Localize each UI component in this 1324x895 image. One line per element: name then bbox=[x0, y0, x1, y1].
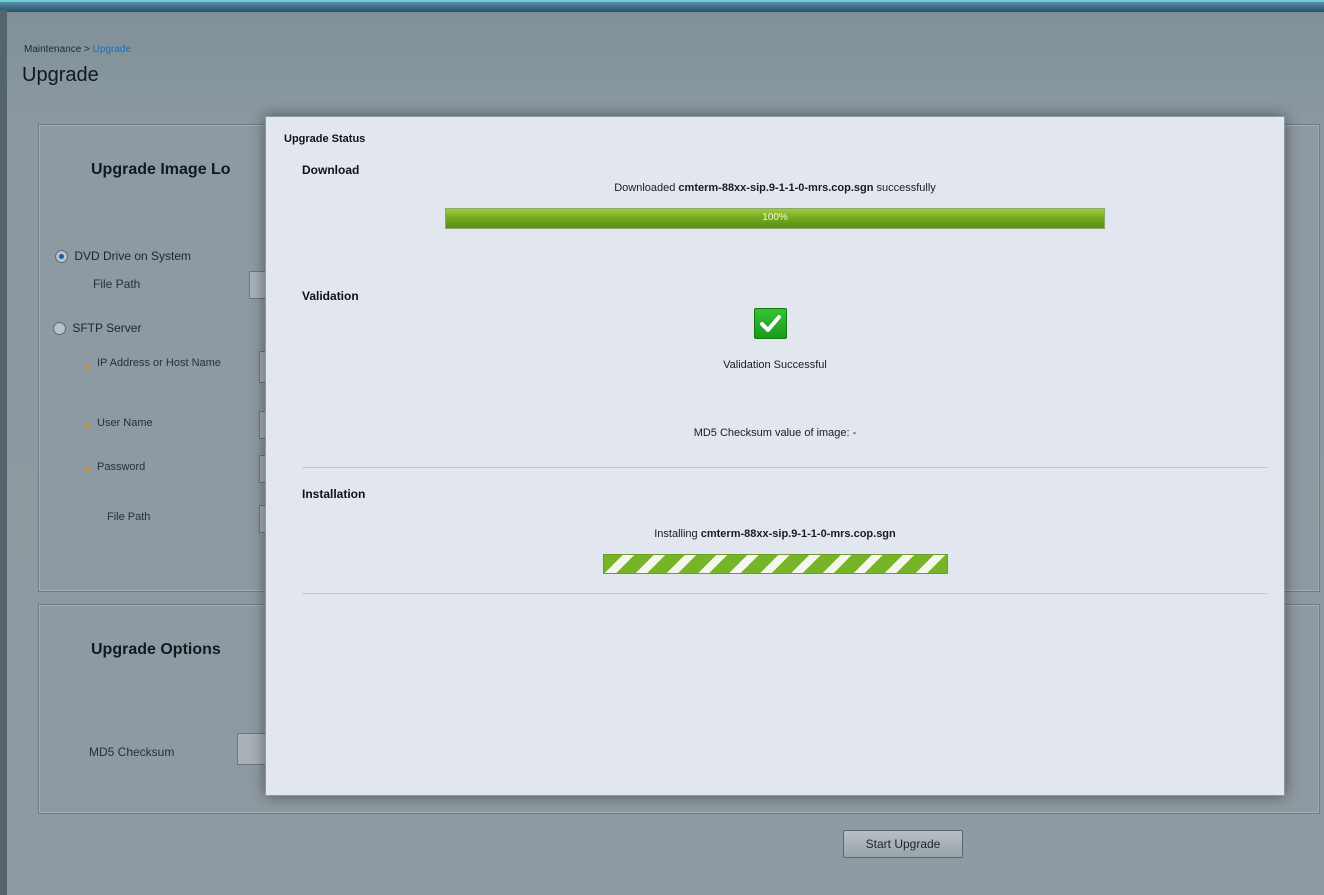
breadcrumb-current[interactable]: Upgrade bbox=[93, 44, 131, 55]
page-title: Upgrade bbox=[22, 64, 99, 86]
installation-filename: cmterm-88xx-sip.9-1-1-0-mrs.cop.sgn bbox=[700, 528, 896, 540]
validation-status-text: Validation Successful bbox=[723, 359, 827, 371]
download-progress-label: 100% bbox=[762, 212, 788, 223]
upgrade-status-dialog: Upgrade Status Download Downloaded cmter… bbox=[265, 116, 1285, 796]
section-divider bbox=[302, 467, 1267, 468]
installation-progress-bar bbox=[603, 554, 948, 574]
file-path-label: File Path bbox=[93, 277, 141, 291]
password-label: Password bbox=[97, 461, 146, 473]
breadcrumb: Maintenance > Upgrade bbox=[24, 44, 131, 55]
validation-heading: Validation bbox=[302, 289, 359, 303]
installation-status-text: Installing cmterm-88xx-sip.9-1-1-0-mrs.c… bbox=[266, 528, 1284, 540]
download-filename: cmterm-88xx-sip.9-1-1-0-mrs.cop.sgn bbox=[678, 182, 874, 194]
dvd-radio-button[interactable] bbox=[55, 250, 68, 264]
md5-checksum-text: MD5 Checksum value of image: - bbox=[693, 427, 857, 439]
installation-heading: Installation bbox=[302, 487, 366, 501]
required-marker bbox=[86, 365, 90, 369]
breadcrumb-separator: > bbox=[84, 44, 90, 55]
download-heading: Download bbox=[302, 163, 360, 177]
required-marker bbox=[86, 423, 90, 427]
download-status-suffix: successfully bbox=[876, 182, 936, 194]
dvd-option-label: DVD Drive on System bbox=[74, 249, 192, 263]
section-divider bbox=[302, 593, 1267, 594]
required-marker bbox=[86, 467, 90, 471]
breadcrumb-parent[interactable]: Maintenance bbox=[24, 44, 81, 55]
check-icon-glyph bbox=[760, 315, 781, 332]
download-progress-bar: 100% bbox=[445, 208, 1105, 229]
md5-checksum-label: MD5 Checksum bbox=[89, 745, 175, 759]
sftp-server-option[interactable]: SFTP Server bbox=[53, 321, 142, 336]
download-status-text: Downloaded cmterm-88xx-sip.9-1-1-0-mrs.c… bbox=[266, 182, 1284, 194]
dvd-drive-option[interactable]: DVD Drive on System bbox=[55, 249, 192, 264]
download-status-prefix: Downloaded bbox=[614, 182, 676, 194]
ip-address-label: IP Address or Host Name bbox=[97, 357, 221, 369]
top-banner bbox=[0, 0, 1324, 12]
options-panel-heading: Upgrade Options bbox=[91, 641, 221, 658]
installation-status-prefix: Installing bbox=[654, 528, 698, 540]
start-upgrade-button[interactable]: Start Upgrade bbox=[843, 830, 963, 858]
location-panel-heading: Upgrade Image Lo bbox=[91, 161, 231, 178]
sftp-file-path-label: File Path bbox=[107, 511, 151, 523]
check-icon bbox=[754, 308, 787, 339]
sftp-option-label: SFTP Server bbox=[72, 321, 142, 335]
sftp-radio-button[interactable] bbox=[53, 322, 66, 336]
left-edge bbox=[0, 10, 7, 895]
dialog-title: Upgrade Status bbox=[284, 133, 366, 145]
user-name-label: User Name bbox=[97, 417, 153, 429]
